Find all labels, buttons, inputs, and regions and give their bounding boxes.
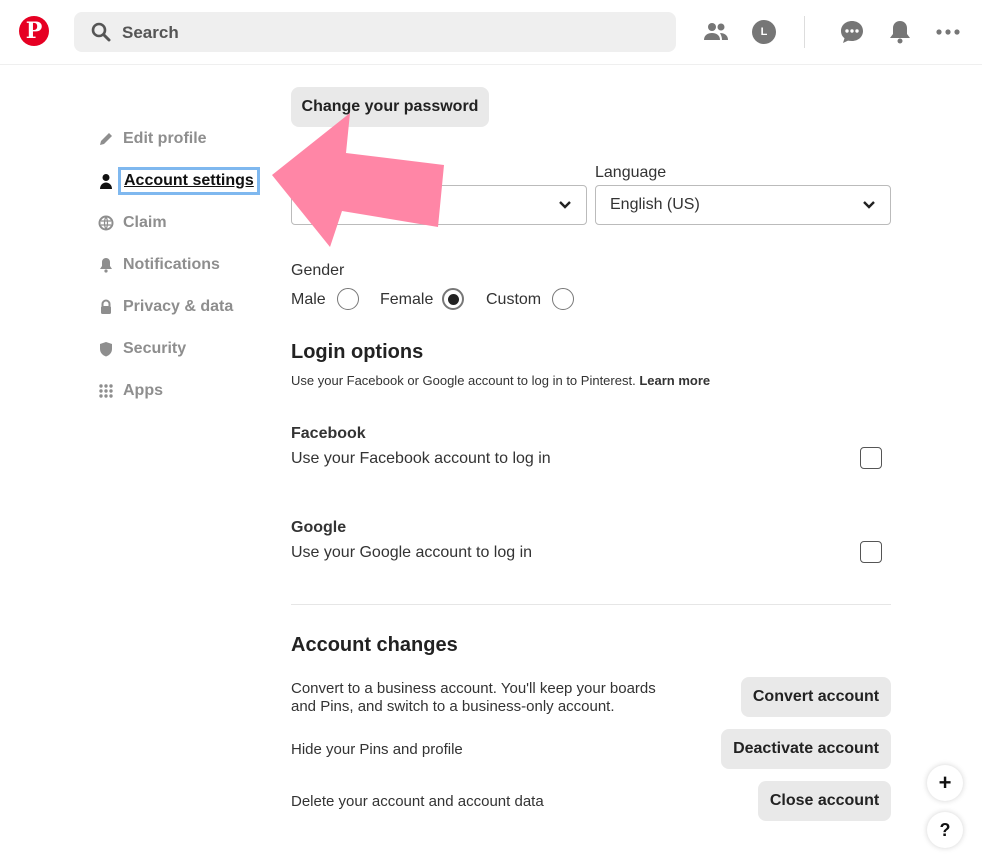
sidebar-item-account-settings[interactable]: Account settings — [98, 160, 268, 202]
sidebar-item-label: Privacy & data — [123, 298, 234, 315]
convert-description-line2: and Pins, and switch to a business-only … — [291, 698, 615, 715]
pencil-icon — [100, 133, 112, 145]
gender-custom-radio[interactable] — [552, 288, 574, 310]
people-icon[interactable] — [702, 18, 730, 46]
login-options-description: Use your Facebook or Google account to l… — [291, 373, 710, 388]
search-bar[interactable]: Search — [74, 12, 676, 52]
gender-male-label: Male — [291, 291, 326, 308]
pinterest-logo-icon[interactable]: P — [19, 16, 49, 46]
sidebar-item-privacy[interactable]: Privacy & data — [98, 286, 268, 328]
sidebar-item-label: Edit profile — [123, 130, 207, 147]
gender-custom-label: Custom — [486, 291, 542, 308]
chevron-down-icon — [559, 201, 571, 209]
language-value: English (US) — [610, 196, 700, 213]
add-button[interactable]: + — [927, 765, 963, 801]
google-description: Use your Google account to log in — [291, 544, 533, 561]
convert-account-button[interactable]: Convert account — [741, 677, 891, 717]
learn-more-link[interactable]: Learn more — [639, 373, 710, 388]
convert-description-line1: Convert to a business account. You'll ke… — [291, 680, 656, 697]
sidebar-item-security[interactable]: Security — [98, 328, 268, 370]
facebook-title: Facebook — [291, 425, 366, 442]
google-login-checkbox[interactable] — [860, 541, 882, 563]
search-icon — [91, 22, 111, 42]
help-button[interactable]: ? — [927, 812, 963, 848]
sidebar-item-label: Claim — [123, 214, 167, 231]
person-icon — [100, 174, 112, 189]
messages-icon[interactable] — [838, 18, 866, 46]
sidebar-item-notifications[interactable]: Notifications — [98, 244, 268, 286]
globe-icon — [98, 215, 114, 231]
language-label: Language — [595, 164, 667, 181]
search-input[interactable]: Search — [122, 23, 179, 43]
delete-account-description: Delete your account and account data — [291, 793, 544, 810]
sidebar-item-apps[interactable]: Apps — [98, 370, 268, 412]
gender-label: Gender — [291, 262, 345, 279]
section-divider — [291, 604, 891, 605]
gender-male-radio[interactable] — [337, 288, 359, 310]
facebook-description: Use your Facebook account to log in — [291, 450, 551, 467]
deactivate-account-button[interactable]: Deactivate account — [721, 729, 891, 769]
grid-icon — [99, 384, 113, 398]
login-desc-text: Use your Facebook or Google account to l… — [291, 373, 636, 388]
bell-icon — [100, 258, 112, 273]
pink-arrow-annotation — [272, 113, 444, 247]
avatar[interactable]: L — [752, 20, 776, 44]
sidebar-item-label: Notifications — [123, 256, 220, 273]
bell-icon[interactable] — [886, 18, 914, 46]
language-select[interactable]: English (US) — [595, 185, 891, 225]
settings-sidebar: Edit profile Account settings Claim Noti… — [98, 118, 268, 412]
more-options-icon[interactable] — [934, 18, 962, 46]
lock-icon — [101, 299, 111, 314]
google-title: Google — [291, 519, 347, 536]
facebook-login-checkbox[interactable] — [860, 447, 882, 469]
top-header: P Search L — [0, 0, 982, 65]
gender-female-radio[interactable] — [442, 288, 464, 310]
gender-female-label: Female — [380, 291, 434, 308]
sidebar-item-label: Security — [123, 340, 187, 357]
chevron-down-icon — [863, 201, 875, 209]
sidebar-item-label: Account settings — [118, 167, 260, 195]
sidebar-item-label: Apps — [123, 382, 163, 399]
header-divider — [804, 16, 805, 48]
account-changes-heading: Account changes — [291, 634, 458, 656]
close-account-button[interactable]: Close account — [758, 781, 891, 821]
shield-icon — [100, 342, 112, 357]
hide-pins-description: Hide your Pins and profile — [291, 741, 463, 758]
sidebar-item-claim[interactable]: Claim — [98, 202, 268, 244]
sidebar-item-edit-profile[interactable]: Edit profile — [98, 118, 268, 160]
login-options-heading: Login options — [291, 341, 424, 363]
